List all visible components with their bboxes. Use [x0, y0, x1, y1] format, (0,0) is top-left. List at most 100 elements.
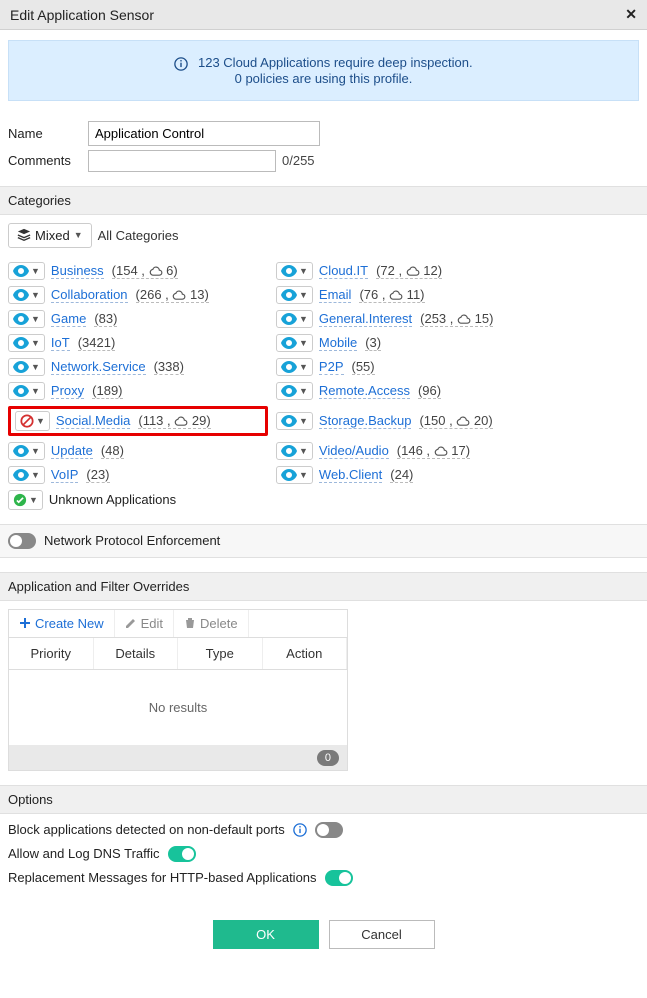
npe-toggle[interactable] [8, 533, 36, 549]
category-link[interactable]: Network.Service [51, 359, 146, 375]
category-count[interactable]: (55) [352, 359, 375, 375]
category-item: ▼ Cloud.IT (72 , 12) [276, 262, 556, 280]
category-action-dropdown[interactable]: ▼ [15, 411, 50, 431]
delete-button[interactable]: Delete [174, 610, 249, 637]
window-title: Edit Application Sensor [10, 7, 154, 23]
banner-line2: 0 policies are using this profile. [19, 71, 628, 86]
cancel-button[interactable]: Cancel [329, 920, 435, 949]
category-count[interactable]: (24) [390, 467, 413, 483]
category-link[interactable]: Business [51, 263, 104, 279]
col-details[interactable]: Details [94, 638, 179, 669]
category-action-dropdown[interactable]: ▼ [276, 310, 313, 328]
category-action-dropdown[interactable]: ▼ [276, 262, 313, 280]
category-link[interactable]: Remote.Access [319, 383, 410, 399]
category-action-dropdown[interactable]: ▼ [8, 442, 45, 460]
row-count: 0 [317, 750, 339, 766]
category-count[interactable]: (154 , 6) [112, 263, 178, 279]
opt-repl-msg-toggle[interactable] [325, 870, 353, 886]
category-count[interactable]: (72 , 12) [376, 263, 442, 279]
category-count[interactable]: (150 , 20) [419, 413, 492, 429]
category-action-dropdown[interactable]: ▼ [8, 382, 45, 400]
category-link[interactable]: General.Interest [319, 311, 412, 327]
category-action-dropdown[interactable]: ▼ [276, 382, 313, 400]
category-action-dropdown[interactable]: ▼ [8, 334, 45, 352]
category-action-dropdown[interactable]: ▼ [276, 334, 313, 352]
category-count[interactable]: (96) [418, 383, 441, 399]
opt-repl-msg-label: Replacement Messages for HTTP-based Appl… [8, 870, 317, 885]
category-link[interactable]: Update [51, 443, 93, 459]
category-action-dropdown[interactable]: ▼ [8, 310, 45, 328]
edit-button[interactable]: Edit [115, 610, 174, 637]
category-count[interactable]: (83) [94, 311, 117, 327]
monitor-icon [281, 415, 297, 427]
overrides-table: Create New Edit Delete Priority Details … [8, 609, 348, 771]
unknown-action-dropdown[interactable]: ▼ [8, 490, 43, 510]
category-item: ▼ Update (48) [8, 442, 268, 460]
create-new-button[interactable]: Create New [9, 610, 115, 637]
category-count[interactable]: (253 , 15) [420, 311, 493, 327]
monitor-icon [281, 265, 297, 277]
category-count[interactable]: (146 , 17) [397, 443, 470, 459]
opt-block-ports-toggle[interactable] [315, 822, 343, 838]
info-icon[interactable] [293, 823, 307, 837]
category-count[interactable]: (3) [365, 335, 381, 351]
category-action-dropdown[interactable]: ▼ [276, 358, 313, 376]
category-link[interactable]: P2P [319, 359, 344, 375]
category-count[interactable]: (189) [92, 383, 122, 399]
category-count[interactable]: (23) [86, 467, 109, 483]
monitor-icon [281, 337, 297, 349]
info-banner: 123 Cloud Applications require deep insp… [8, 40, 639, 101]
category-action-dropdown[interactable]: ▼ [8, 286, 45, 304]
ok-button[interactable]: OK [213, 920, 319, 949]
monitor-icon [13, 289, 29, 301]
category-count[interactable]: (76 , 11) [359, 287, 424, 303]
monitor-icon [13, 445, 29, 457]
category-link[interactable]: Video/Audio [319, 443, 389, 459]
monitor-icon [13, 313, 29, 325]
category-action-dropdown[interactable]: ▼ [8, 466, 45, 484]
layers-icon [17, 228, 31, 242]
mixed-dropdown[interactable]: Mixed ▼ [8, 223, 92, 248]
category-link[interactable]: Collaboration [51, 287, 128, 303]
comments-label: Comments [8, 153, 88, 168]
category-action-dropdown[interactable]: ▼ [276, 286, 313, 304]
category-action-dropdown[interactable]: ▼ [276, 466, 313, 484]
category-action-dropdown[interactable]: ▼ [8, 358, 45, 376]
cloud-icon [457, 314, 471, 324]
chevron-down-icon: ▼ [299, 470, 308, 480]
name-input[interactable] [88, 121, 320, 146]
category-count[interactable]: (338) [154, 359, 184, 375]
category-link[interactable]: Cloud.IT [319, 263, 368, 279]
category-count[interactable]: (266 , 13) [136, 287, 209, 303]
category-item: ▼ Business (154 , 6) [8, 262, 268, 280]
category-item: ▼ P2P (55) [276, 358, 556, 376]
category-link[interactable]: Mobile [319, 335, 357, 351]
category-count[interactable]: (3421) [78, 335, 116, 351]
cloud-icon [149, 266, 163, 276]
col-priority[interactable]: Priority [9, 638, 94, 669]
category-link[interactable]: Email [319, 287, 352, 303]
col-type[interactable]: Type [178, 638, 263, 669]
category-link[interactable]: Web.Client [319, 467, 382, 483]
category-action-dropdown[interactable]: ▼ [276, 412, 313, 430]
category-action-dropdown[interactable]: ▼ [276, 442, 313, 460]
close-icon[interactable]: ✕ [625, 6, 637, 23]
category-link[interactable]: Storage.Backup [319, 413, 412, 429]
category-link[interactable]: Game [51, 311, 86, 327]
chevron-down-icon: ▼ [299, 386, 308, 396]
category-link[interactable]: Social.Media [56, 413, 130, 429]
category-count[interactable]: (48) [101, 443, 124, 459]
category-count[interactable]: (113 , 29) [138, 413, 210, 429]
cloud-icon [434, 446, 448, 456]
category-action-dropdown[interactable]: ▼ [8, 262, 45, 280]
category-link[interactable]: VoIP [51, 467, 78, 483]
category-link[interactable]: Proxy [51, 383, 84, 399]
opt-allow-dns-toggle[interactable] [168, 846, 196, 862]
category-item: ▼ Video/Audio (146 , 17) [276, 442, 556, 460]
opt-allow-dns-label: Allow and Log DNS Traffic [8, 846, 160, 861]
category-link[interactable]: IoT [51, 335, 70, 351]
comments-input[interactable] [88, 150, 276, 172]
category-item: ▼ General.Interest (253 , 15) [276, 310, 556, 328]
col-action[interactable]: Action [263, 638, 348, 669]
monitor-icon [13, 361, 29, 373]
